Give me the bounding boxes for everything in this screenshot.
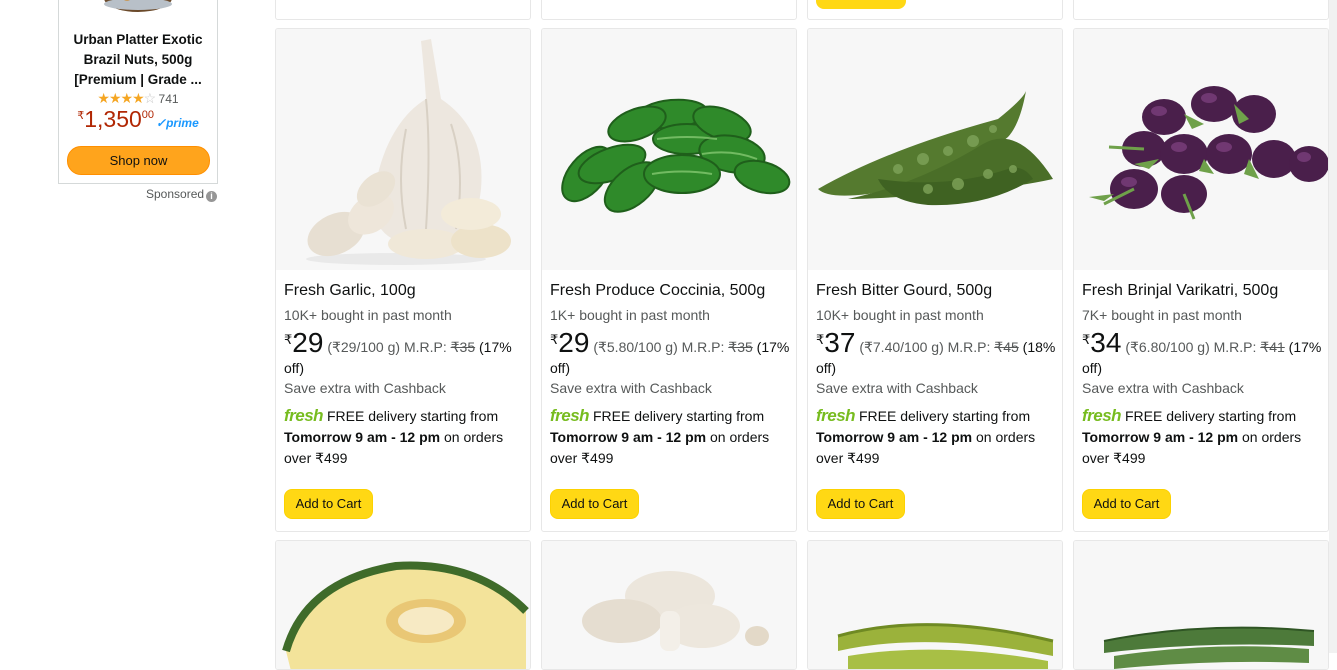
product-card-partial[interactable] xyxy=(275,0,531,20)
star-icon: ★★★★ xyxy=(97,90,144,106)
mrp-label: M.R.P: xyxy=(403,339,447,355)
sponsored-label[interactable]: Sponsored i xyxy=(146,187,218,202)
fresh-logo: fresh xyxy=(550,406,590,425)
ad-price: ₹1,35000✓prime xyxy=(59,106,217,133)
currency-symbol: ₹ xyxy=(816,332,825,347)
product-card[interactable]: Fresh Bitter Gourd, 500g 10K+ bought in p… xyxy=(807,28,1063,532)
currency-symbol: ₹ xyxy=(284,332,293,347)
delivery-info: fresh FREE delivery starting from Tomorr… xyxy=(284,405,524,469)
unit-price: (₹6.80/100 g) xyxy=(1125,339,1210,355)
price: 34 xyxy=(1090,327,1122,358)
add-to-cart-button[interactable]: Add to Cart xyxy=(1082,489,1171,519)
sponsored-text: Sponsored xyxy=(146,187,205,201)
sponsored-ad-card[interactable]: Urban Platter Exotic Brazil Nuts, 500g [… xyxy=(58,0,218,184)
currency-symbol: ₹ xyxy=(550,332,559,347)
add-to-cart-button[interactable]: Add to Cart xyxy=(284,489,373,519)
product-card-partial[interactable] xyxy=(1073,0,1329,20)
cashback-offer: Save extra with Cashback xyxy=(284,380,446,396)
cashback-offer: Save extra with Cashback xyxy=(550,380,712,396)
bought-count: 1K+ bought in past month xyxy=(550,307,710,323)
price-block[interactable]: ₹34 (₹6.80/100 g) M.R.P: ₹41 (17% off) xyxy=(1082,329,1322,379)
mrp-label: M.R.P: xyxy=(1213,339,1257,355)
fresh-logo: fresh xyxy=(1082,406,1122,425)
product-title[interactable]: Fresh Produce Coccinia, 500g xyxy=(550,279,790,303)
brinjal-image[interactable] xyxy=(1074,29,1328,270)
add-to-cart-button-partial[interactable] xyxy=(816,0,906,9)
mrp-price: ₹35 xyxy=(728,339,753,355)
ad-rating-count: 741 xyxy=(158,92,179,106)
star-outline-icon: ☆ xyxy=(143,90,157,106)
coccinia-image[interactable] xyxy=(542,29,796,270)
price: 29 xyxy=(558,327,590,358)
delivery-info: fresh FREE delivery starting from Tomorr… xyxy=(816,405,1056,469)
add-to-cart-button[interactable]: Add to Cart xyxy=(550,489,639,519)
ad-price-whole: 1,350 xyxy=(84,106,142,132)
bought-count: 7K+ bought in past month xyxy=(1082,307,1242,323)
delivery-time: Tomorrow 9 am - 12 pm xyxy=(284,429,441,445)
bitter-gourd-image[interactable] xyxy=(808,29,1062,270)
mrp-price: ₹35 xyxy=(450,339,476,355)
mrp-label: M.R.P: xyxy=(681,339,725,355)
add-to-cart-button[interactable]: Add to Cart xyxy=(816,489,905,519)
delivery-text: FREE delivery starting from xyxy=(1124,408,1297,424)
pumpkin-image[interactable] xyxy=(276,541,530,669)
cashback-offer: Save extra with Cashback xyxy=(816,380,978,396)
delivery-text: FREE delivery starting from xyxy=(592,408,765,424)
bought-count: 10K+ bought in past month xyxy=(284,307,452,323)
prime-logo: ✓prime xyxy=(156,116,199,130)
ad-rating[interactable]: ★★★★☆ 741 xyxy=(59,90,217,107)
delivery-time: Tomorrow 9 am - 12 pm xyxy=(816,429,973,445)
product-title[interactable]: Fresh Garlic, 100g xyxy=(284,279,524,303)
delivery-text: FREE delivery starting from xyxy=(326,408,499,424)
product-card-partial[interactable] xyxy=(807,0,1063,20)
ad-product-title[interactable]: Urban Platter Exotic Brazil Nuts, 500g [… xyxy=(67,30,209,90)
delivery-text: FREE delivery starting from xyxy=(858,408,1031,424)
product-card-partial[interactable] xyxy=(541,540,797,670)
price-block[interactable]: ₹29 (₹5.80/100 g) M.R.P: ₹35 (17% off) xyxy=(550,329,790,379)
mrp-price: ₹41 xyxy=(1260,339,1285,355)
fresh-logo: fresh xyxy=(816,406,856,425)
currency-symbol: ₹ xyxy=(77,110,85,122)
currency-symbol: ₹ xyxy=(1082,332,1091,347)
info-icon[interactable]: i xyxy=(206,191,218,202)
ridge-gourd-image[interactable] xyxy=(1074,541,1328,669)
mushroom-image[interactable] xyxy=(542,541,796,669)
price-block[interactable]: ₹37 (₹7.40/100 g) M.R.P: ₹45 (18% off) xyxy=(816,329,1056,379)
unit-price: (₹5.80/100 g) xyxy=(593,339,678,355)
delivery-time: Tomorrow 9 am - 12 pm xyxy=(1082,429,1239,445)
price: 37 xyxy=(824,327,856,358)
product-title[interactable]: Fresh Bitter Gourd, 500g xyxy=(816,279,1056,303)
product-card-partial[interactable] xyxy=(541,0,797,20)
mrp-price: ₹45 xyxy=(994,339,1019,355)
unit-price: (₹29/100 g) xyxy=(327,339,401,355)
delivery-time: Tomorrow 9 am - 12 pm xyxy=(550,429,707,445)
product-card[interactable]: Fresh Produce Coccinia, 500g 1K+ bought i… xyxy=(541,28,797,532)
unit-price: (₹7.40/100 g) xyxy=(859,339,944,355)
product-card[interactable]: Fresh Brinjal Varikatri, 500g 7K+ bought … xyxy=(1073,28,1329,532)
price: 29 xyxy=(292,327,324,358)
product-title[interactable]: Fresh Brinjal Varikatri, 500g xyxy=(1082,279,1322,303)
delivery-info: fresh FREE delivery starting from Tomorr… xyxy=(550,405,790,469)
brazil-nuts-jar-image[interactable] xyxy=(101,0,175,12)
page-scrollbar[interactable] xyxy=(1329,0,1337,653)
bought-count: 10K+ bought in past month xyxy=(816,307,984,323)
ad-price-fraction: 00 xyxy=(141,109,155,121)
product-card-partial[interactable] xyxy=(275,540,531,670)
shop-now-button[interactable]: Shop now xyxy=(67,146,210,175)
product-card-partial[interactable] xyxy=(1073,540,1329,670)
product-card-partial[interactable] xyxy=(807,540,1063,670)
delivery-info: fresh FREE delivery starting from Tomorr… xyxy=(1082,405,1322,469)
fresh-logo: fresh xyxy=(284,406,324,425)
product-card[interactable]: Fresh Garlic, 100g 10K+ bought in past mo… xyxy=(275,28,531,532)
raw-banana-image[interactable] xyxy=(808,541,1062,669)
garlic-image[interactable] xyxy=(276,29,530,270)
price-block[interactable]: ₹29 (₹29/100 g) M.R.P: ₹35 (17% off) xyxy=(284,329,524,379)
mrp-label: M.R.P: xyxy=(947,339,991,355)
cashback-offer: Save extra with Cashback xyxy=(1082,380,1244,396)
